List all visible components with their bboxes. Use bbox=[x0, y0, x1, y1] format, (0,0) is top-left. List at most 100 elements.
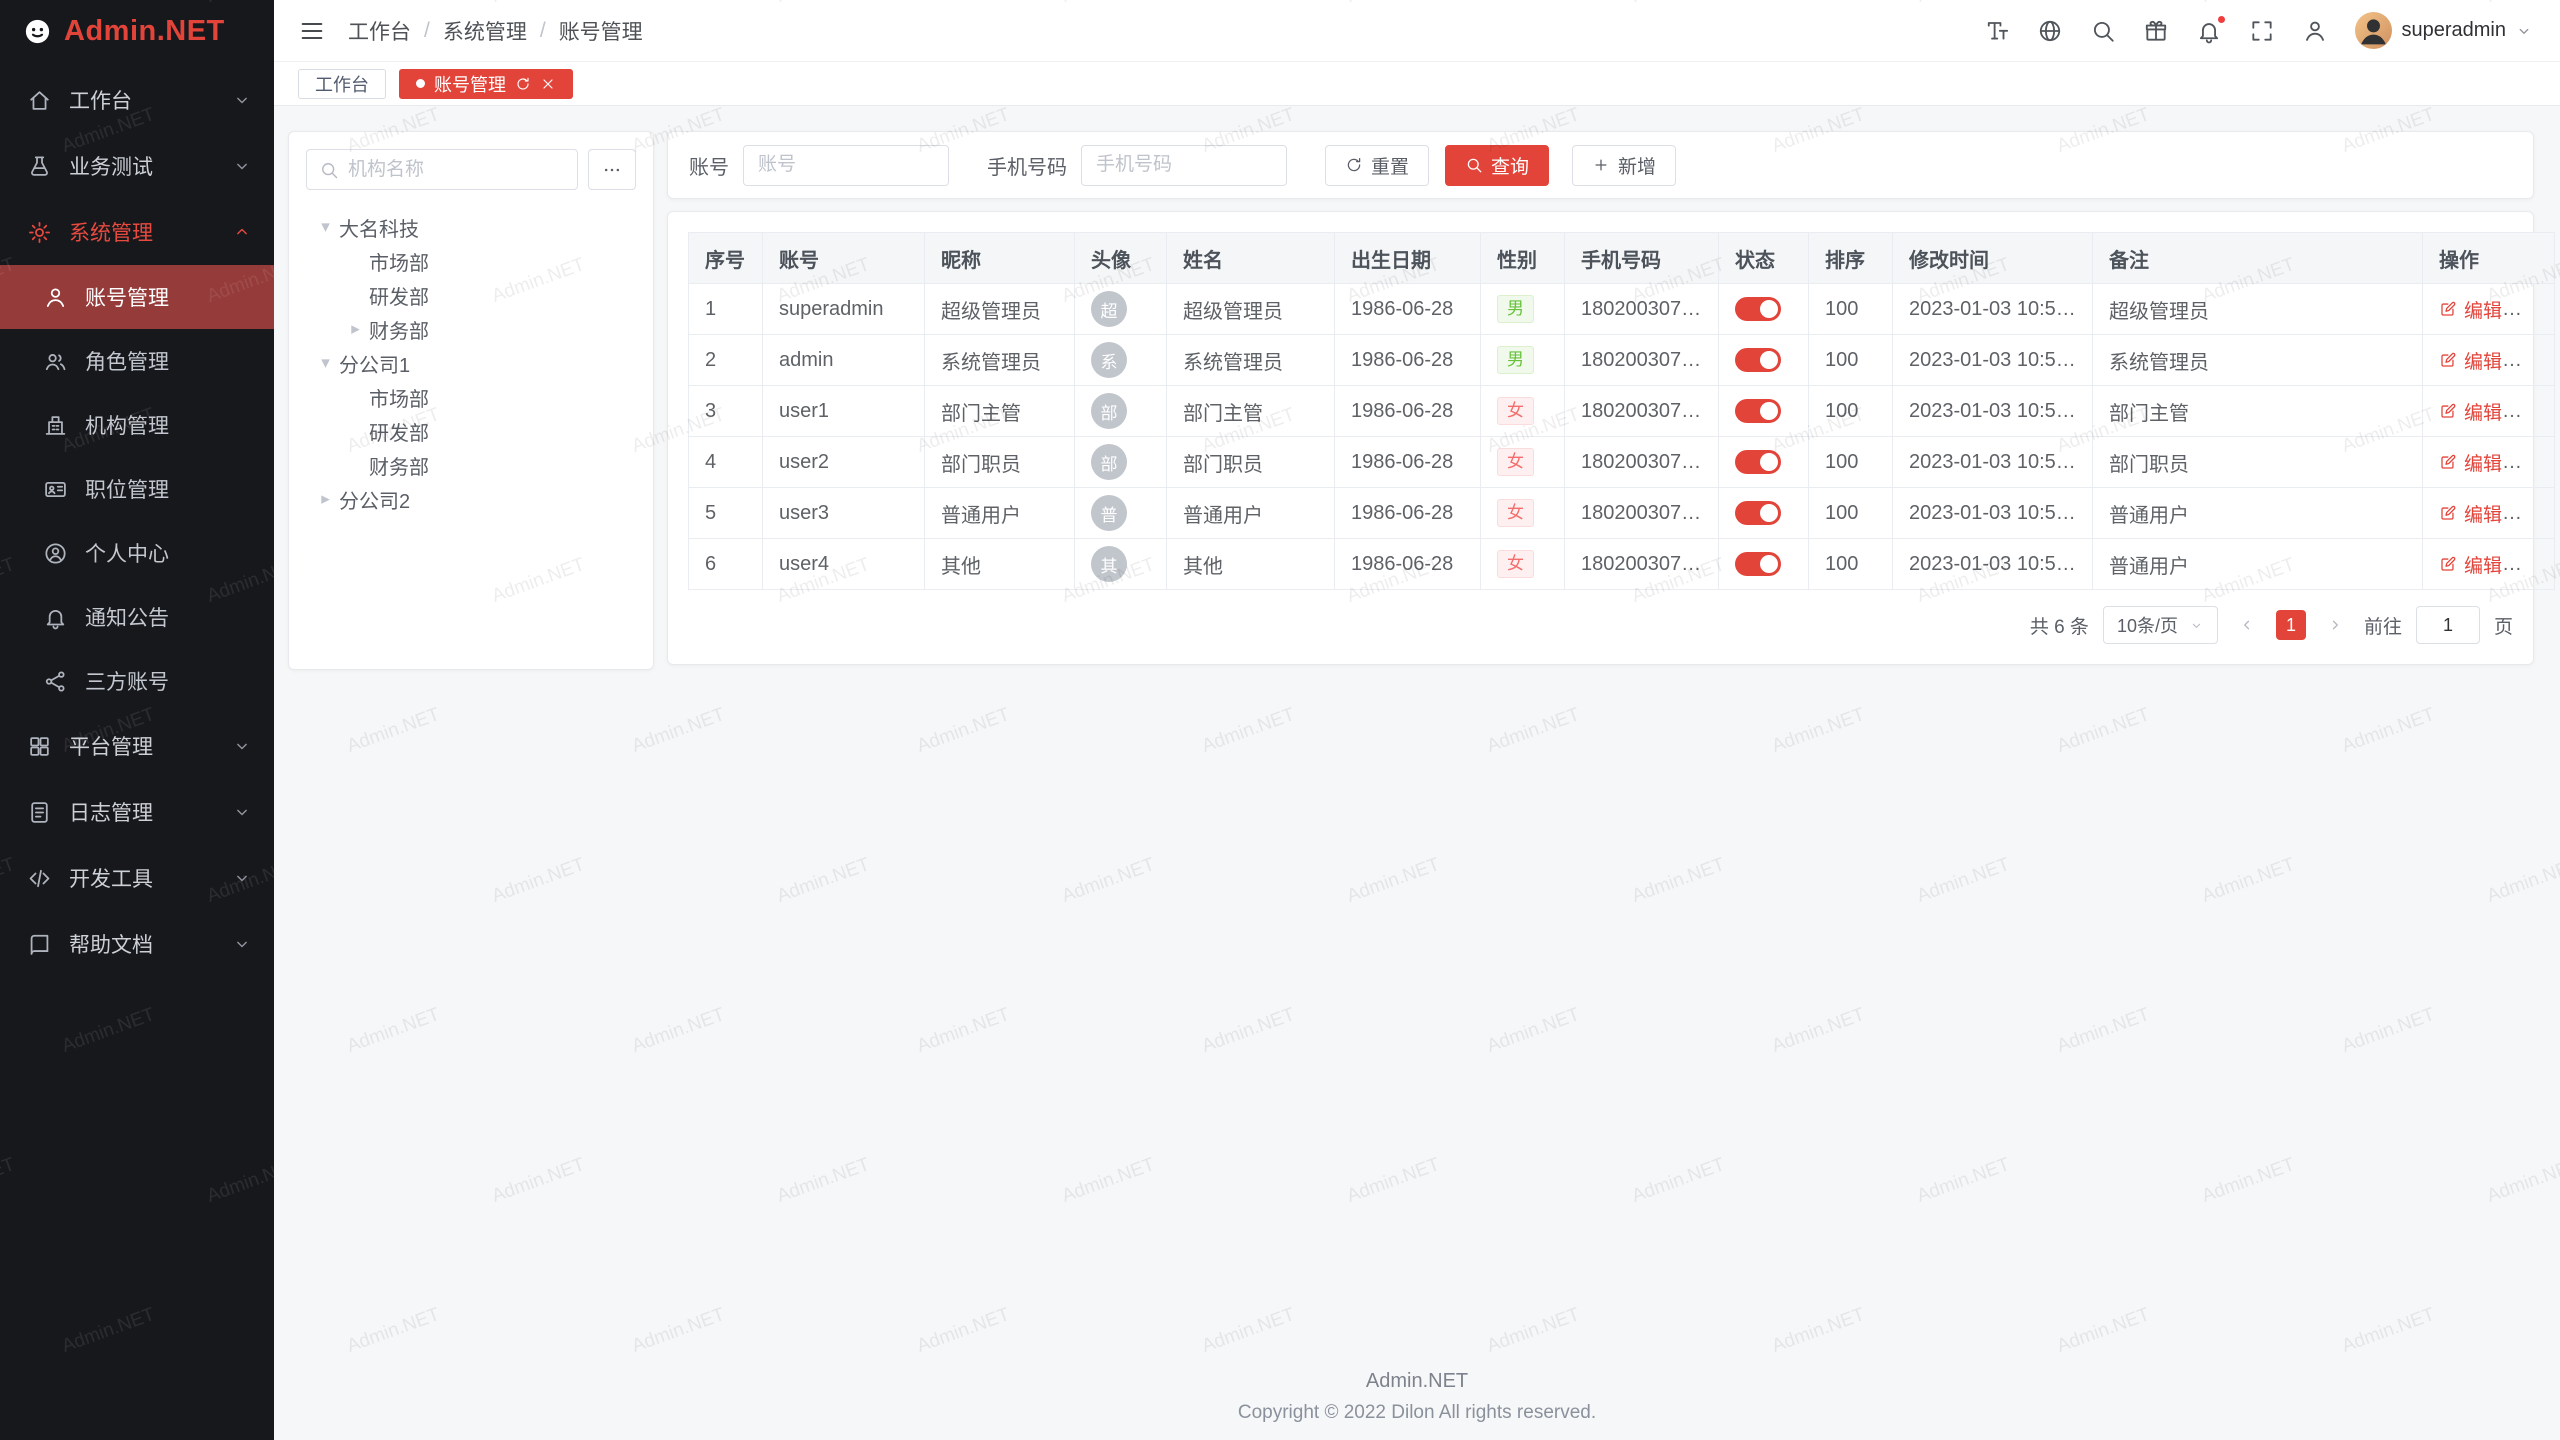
cell-remark: 超级管理员 bbox=[2093, 284, 2423, 335]
tab-refresh-icon[interactable] bbox=[515, 76, 531, 92]
sidebar-item-role-management[interactable]: 角色管理 bbox=[0, 329, 274, 393]
tree-node[interactable]: ▾分公司1 bbox=[306, 346, 636, 380]
cell-account: user3 bbox=[763, 488, 925, 539]
sidebar-item-notice-announcement[interactable]: 通知公告 bbox=[0, 585, 274, 649]
cell-account: user1 bbox=[763, 386, 925, 437]
sidebar-item-third-party-account[interactable]: 三方账号 bbox=[0, 649, 274, 713]
tree-node[interactable]: 研发部 bbox=[306, 278, 636, 312]
tree-node[interactable]: ▾大名科技 bbox=[306, 210, 636, 244]
tree-node-label: 财务部 bbox=[369, 315, 429, 344]
org-search-row bbox=[306, 149, 636, 190]
tree-caret-down-icon[interactable]: ▾ bbox=[312, 353, 339, 373]
sidebar-item-system-management[interactable]: 系统管理 bbox=[0, 199, 274, 265]
tab-workbench[interactable]: 工作台 bbox=[298, 69, 386, 99]
tree-node[interactable]: 市场部 bbox=[306, 244, 636, 278]
font-size-icon[interactable] bbox=[1984, 18, 2010, 44]
footer-copyright: Copyright © 2022 Dilon All rights reserv… bbox=[274, 1402, 2560, 1424]
sidebar-item-business-test[interactable]: 业务测试 bbox=[0, 133, 274, 199]
add-button[interactable]: 新增 bbox=[1572, 145, 1676, 186]
tab-account-management[interactable]: 账号管理 bbox=[399, 69, 573, 99]
sidebar-item-label: 业务测试 bbox=[69, 151, 153, 181]
cell-nickname: 部门职员 bbox=[925, 437, 1075, 488]
sidebar-item-workbench[interactable]: 工作台 bbox=[0, 67, 274, 133]
status-toggle[interactable] bbox=[1735, 399, 1781, 423]
tab-close-icon[interactable] bbox=[540, 76, 556, 92]
profile-icon[interactable] bbox=[2302, 18, 2328, 44]
user-menu[interactable]: superadmin bbox=[2355, 12, 2533, 49]
topbar-actions: superadmin bbox=[1984, 12, 2533, 49]
org-search-input[interactable] bbox=[348, 159, 565, 181]
chevron-down-icon bbox=[232, 90, 252, 110]
next-page-button[interactable] bbox=[2320, 610, 2350, 640]
status-toggle[interactable] bbox=[1735, 501, 1781, 525]
sidebar-item-account-management[interactable]: 账号管理 bbox=[0, 265, 274, 329]
edit-button[interactable]: 编辑 bbox=[2439, 347, 2502, 374]
phone-input[interactable] bbox=[1081, 145, 1287, 186]
hamburger-icon[interactable] bbox=[298, 17, 326, 45]
tree-node-label: 财务部 bbox=[369, 451, 429, 480]
tree-caret-down-icon[interactable]: ▾ bbox=[312, 217, 339, 237]
card-icon bbox=[43, 477, 68, 502]
tree-node[interactable]: 市场部 bbox=[306, 380, 636, 414]
search-icon[interactable] bbox=[2090, 18, 2116, 44]
cell-index: 3 bbox=[689, 386, 763, 437]
edit-button[interactable]: 编辑 bbox=[2439, 296, 2502, 323]
theme-icon[interactable] bbox=[2143, 18, 2169, 44]
tree-caret-right-icon[interactable]: ▸ bbox=[312, 489, 339, 509]
language-icon[interactable] bbox=[2037, 18, 2063, 44]
reset-button[interactable]: 重置 bbox=[1325, 145, 1429, 186]
cell-birth-date: 1986-06-28 bbox=[1335, 437, 1481, 488]
column-header: 修改时间 bbox=[1893, 233, 2093, 284]
cell-sort: 100 bbox=[1809, 539, 1893, 590]
goto-page-input[interactable] bbox=[2416, 606, 2480, 644]
sidebar-item-org-management[interactable]: 机构管理 bbox=[0, 393, 274, 457]
search-icon bbox=[1465, 156, 1483, 174]
sidebar-item-dev-tools[interactable]: 开发工具 bbox=[0, 845, 274, 911]
sidebar-item-platform-management[interactable]: 平台管理 bbox=[0, 713, 274, 779]
toggle-knob bbox=[1760, 453, 1778, 471]
breadcrumb-item[interactable]: 工作台 bbox=[348, 16, 411, 46]
breadcrumb-item[interactable]: 系统管理 bbox=[443, 16, 527, 46]
home-icon bbox=[27, 88, 52, 113]
sidebar-item-personal-center[interactable]: 个人中心 bbox=[0, 521, 274, 585]
column-header: 出生日期 bbox=[1335, 233, 1481, 284]
cell-index: 1 bbox=[689, 284, 763, 335]
sidebar-item-log-management[interactable]: 日志管理 bbox=[0, 779, 274, 845]
edit-button[interactable]: 编辑 bbox=[2439, 551, 2502, 578]
fullscreen-icon[interactable] bbox=[2249, 18, 2275, 44]
notification-bell-icon[interactable] bbox=[2196, 18, 2222, 44]
search-icon bbox=[319, 160, 339, 180]
sidebar-item-position-management[interactable]: 职位管理 bbox=[0, 457, 274, 521]
org-more-button[interactable] bbox=[588, 149, 636, 190]
cell-status bbox=[1719, 284, 1809, 335]
account-input[interactable] bbox=[743, 145, 949, 186]
page-1-button[interactable]: 1 bbox=[2276, 610, 2306, 640]
column-header: 状态 bbox=[1719, 233, 1809, 284]
search-button[interactable]: 查询 bbox=[1445, 145, 1549, 186]
edit-button[interactable]: 编辑 bbox=[2439, 398, 2502, 425]
chevron-down-icon bbox=[232, 736, 252, 756]
status-toggle[interactable] bbox=[1735, 348, 1781, 372]
tree-node[interactable]: 财务部 bbox=[306, 448, 636, 482]
cell-actions: 编辑 bbox=[2423, 386, 2555, 437]
tree-node[interactable]: ▸财务部 bbox=[306, 312, 636, 346]
status-toggle[interactable] bbox=[1735, 450, 1781, 474]
edit-button[interactable]: 编辑 bbox=[2439, 449, 2502, 476]
gender-badge: 男 bbox=[1497, 346, 1534, 374]
status-toggle[interactable] bbox=[1735, 297, 1781, 321]
prev-page-button[interactable] bbox=[2232, 610, 2262, 640]
page-size-select[interactable]: 10条/页 bbox=[2103, 606, 2218, 644]
tree-caret-right-icon[interactable]: ▸ bbox=[342, 319, 369, 339]
tree-node[interactable]: 研发部 bbox=[306, 414, 636, 448]
status-toggle[interactable] bbox=[1735, 552, 1781, 576]
chevron-down-icon bbox=[232, 802, 252, 822]
logo[interactable]: Admin.NET bbox=[0, 0, 274, 62]
edit-button[interactable]: 编辑 bbox=[2439, 500, 2502, 527]
table-header-row: 序号账号昵称头像姓名出生日期性别手机号码状态排序修改时间备注操作 bbox=[689, 233, 2555, 284]
gender-badge: 男 bbox=[1497, 295, 1534, 323]
toggle-knob bbox=[1760, 504, 1778, 522]
footer: Admin.NET Copyright © 2022 Dilon All rig… bbox=[274, 1370, 2560, 1424]
tree-node[interactable]: ▸分公司2 bbox=[306, 482, 636, 516]
sidebar-item-help-docs[interactable]: 帮助文档 bbox=[0, 911, 274, 977]
breadcrumb-item: 账号管理 bbox=[559, 16, 643, 46]
